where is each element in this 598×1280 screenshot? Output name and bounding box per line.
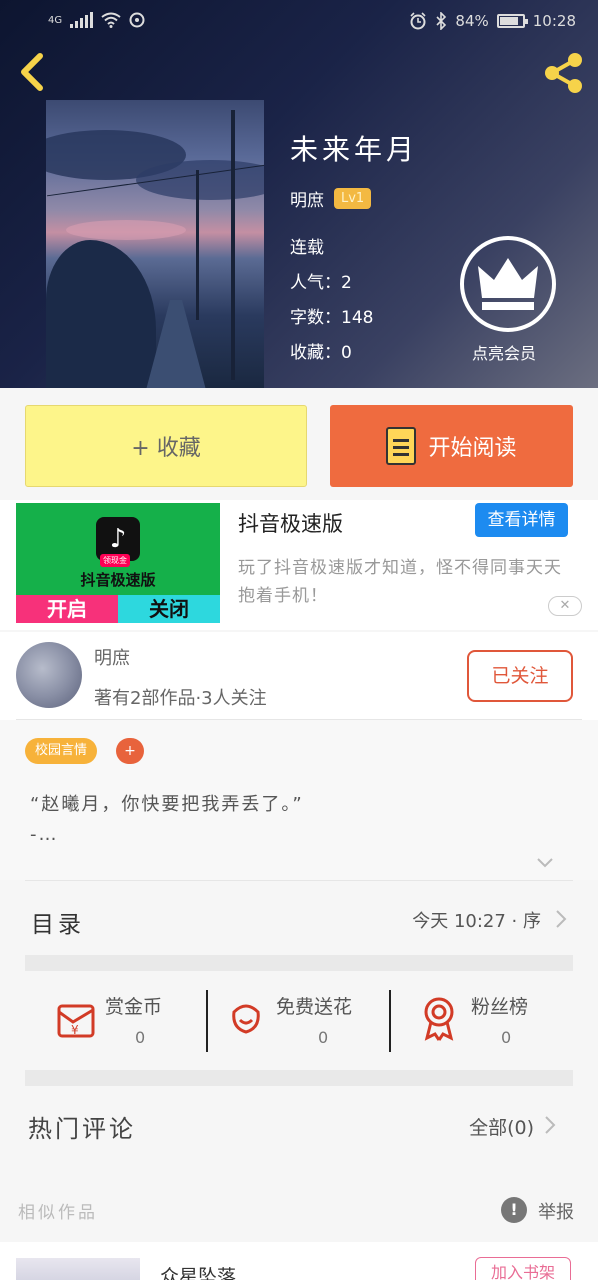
report-button[interactable]: 举报 [538, 1198, 574, 1224]
wifi-icon [101, 12, 121, 28]
nfc-icon [129, 12, 145, 28]
similar-item-title: 众星坠落 [160, 1266, 237, 1280]
intro-text: “赵曦月，你快要把我弄丢了。” -… [30, 794, 304, 845]
signal-icon [70, 12, 94, 28]
catalog-label: 目录 [31, 912, 85, 938]
collect-button[interactable]: + 收藏 [25, 405, 307, 487]
clock: 10:28 [532, 12, 576, 30]
author-level-badge: Lv1 [334, 188, 372, 209]
reward-fans[interactable]: 粉丝榜 0 [391, 972, 571, 1072]
book-popularity: 人气：2 [290, 273, 352, 293]
reward-coins[interactable]: ¥ 赏金币 0 [25, 972, 205, 1072]
book-favorites: 收藏：0 [290, 343, 352, 363]
hot-comments-row[interactable]: 热门评论 全部(0) [0, 1087, 598, 1187]
flower-icon [232, 1004, 260, 1034]
alarm-icon [410, 12, 426, 30]
start-reading-button[interactable]: 开始阅读 [330, 405, 573, 487]
book-header: 4G 84% 10:28 未来年月 明庶 Lv1 连载 人气：2 字数：148 … [0, 0, 598, 388]
reward-count: 0 [318, 1028, 329, 1047]
book-title: 未来年月 [290, 133, 419, 166]
ad-title[interactable]: 抖音极速版 [238, 508, 343, 538]
catalog-row[interactable]: 目录 今天 10:27 · 序 [25, 880, 573, 956]
back-arrow-icon[interactable] [16, 52, 50, 92]
reward-label: 粉丝榜 [471, 996, 529, 1018]
chevron-right-icon [556, 910, 567, 928]
similar-works-label: 相似作品 [18, 1203, 98, 1223]
share-icon[interactable] [540, 50, 586, 96]
author-card: 明庶 著有2部作品·3人关注 已关注 [0, 632, 598, 720]
red-envelope-icon: ¥ [57, 1004, 95, 1038]
author-name[interactable]: 明庶 [94, 644, 130, 670]
battery-percent: 84% [455, 12, 489, 30]
book-intro: 校园言情 + “赵曦月，你快要把我弄丢了。” -… [0, 720, 598, 880]
book-author[interactable]: 明庶 [290, 186, 324, 211]
bluetooth-icon [436, 12, 447, 30]
status-bar: 4G 84% 10:28 [0, 0, 598, 44]
reward-count: 0 [135, 1028, 146, 1047]
book-cover-image [46, 100, 264, 388]
genre-tag[interactable]: 校园言情 [25, 738, 98, 764]
ad-detail-button[interactable]: 查看详情 [475, 503, 568, 537]
crown-icon [478, 258, 538, 310]
rewards-row: ¥ 赏金币 0 免费送花 0 粉丝榜 0 [25, 972, 573, 1072]
book-icon [386, 427, 417, 465]
ad-image[interactable]: ♪ 领现金 抖音极速版 开启 关闭 [16, 503, 220, 623]
follow-button[interactable]: 已关注 [467, 650, 573, 702]
vip-label[interactable]: 点亮会员 [472, 340, 536, 364]
similar-item[interactable]: 众星坠落 加入书架 [0, 1242, 598, 1280]
ad-description: 玩了抖音极速版才知道，怪不得同事天天抱着手机！ [238, 558, 562, 606]
warning-icon[interactable]: ! [501, 1197, 527, 1223]
reward-label: 赏金币 [105, 996, 163, 1018]
add-to-shelf-button[interactable]: 加入书架 [475, 1257, 571, 1280]
section-separator [25, 955, 573, 971]
ad-close-button[interactable]: 关闭 [118, 595, 220, 623]
svg-text:¥: ¥ [71, 1023, 79, 1037]
ad-open-button[interactable]: 开启 [16, 595, 118, 623]
chevron-right-icon [545, 1116, 556, 1134]
start-reading-label: 开始阅读 [428, 436, 517, 461]
add-tag-button[interactable]: + [116, 738, 144, 764]
author-stats: 著有2部作品·3人关注 [94, 688, 267, 709]
network-type: 4G [48, 14, 63, 26]
ad-image-tag: 领现金 [100, 554, 130, 567]
comments-all[interactable]: 全部(0) [469, 1113, 534, 1140]
reward-count: 0 [501, 1028, 512, 1047]
book-info: 未来年月 明庶 Lv1 连载 人气：2 字数：148 收藏：0 [290, 128, 418, 371]
medal-icon [424, 997, 454, 1041]
book-word-count: 字数：148 [290, 308, 374, 328]
book-status: 连载 [290, 238, 324, 258]
avatar[interactable] [16, 642, 82, 708]
ad-dismiss-icon[interactable]: ✕ [548, 596, 582, 616]
ad-banner[interactable]: ♪ 领现金 抖音极速版 开启 关闭 抖音极速版 查看详情 玩了抖音极速版才知道，… [0, 500, 598, 630]
reward-flowers[interactable]: 免费送花 0 [208, 972, 388, 1072]
section-separator [25, 1070, 573, 1086]
battery-icon [496, 14, 528, 28]
vip-crown-button[interactable] [460, 236, 556, 332]
reward-label: 免费送花 [276, 996, 353, 1018]
comments-label: 热门评论 [28, 1115, 136, 1143]
similar-item-cover [16, 1258, 140, 1280]
catalog-update: 今天 10:27 · 序 [412, 911, 541, 932]
chevron-down-icon[interactable] [536, 856, 554, 870]
ad-image-name: 抖音极速版 [80, 571, 156, 589]
